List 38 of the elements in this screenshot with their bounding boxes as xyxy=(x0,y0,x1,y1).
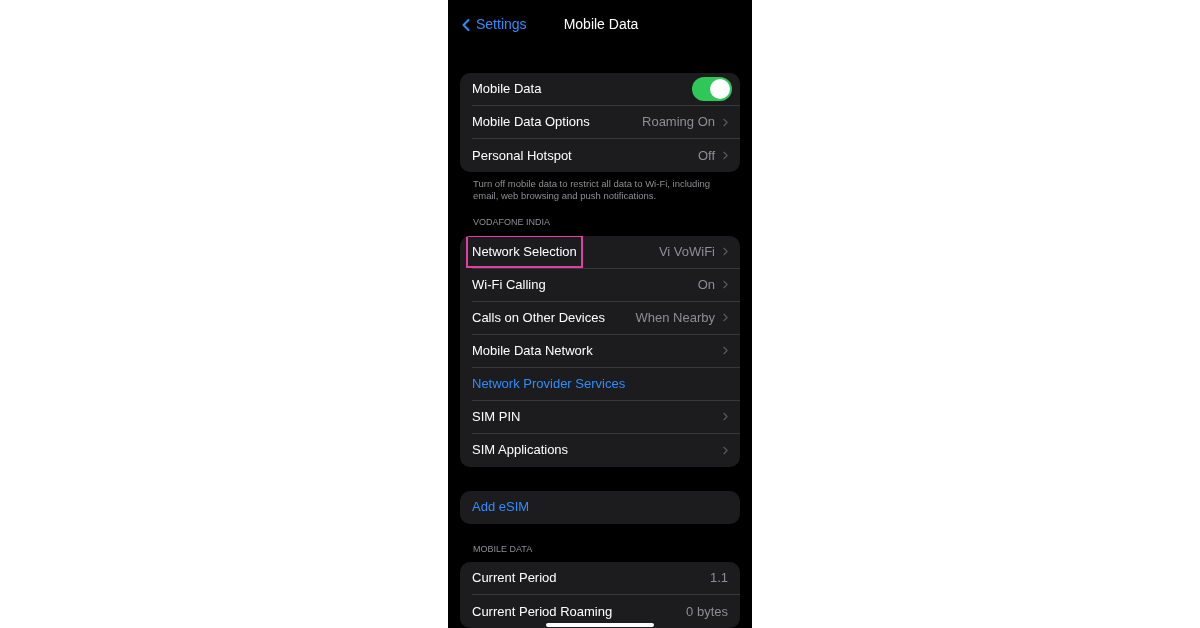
settings-row[interactable]: SIM Applications xyxy=(472,433,740,467)
row-value: When Nearby xyxy=(635,308,715,327)
section-header: MOBILE DATA xyxy=(472,542,534,556)
row-label: Current Period Roaming xyxy=(471,602,614,621)
row-label: Network Provider Services xyxy=(471,374,627,393)
row-value: 0 bytes xyxy=(686,602,728,621)
settings-row[interactable]: Current Period Roaming 0 bytes xyxy=(472,595,740,628)
settings-row[interactable]: Calls on Other Devices When Nearby xyxy=(472,301,740,335)
settings-row[interactable]: Mobile Data xyxy=(472,73,740,106)
back-button[interactable]: Settings xyxy=(456,14,527,35)
row-label: Mobile Data Network xyxy=(471,341,594,360)
settings-row[interactable]: Network Provider Services xyxy=(472,367,740,401)
row-label: Wi-Fi Calling xyxy=(471,275,547,294)
row-label: Mobile Data Options xyxy=(471,113,591,132)
row-label: Current Period xyxy=(471,569,558,588)
settings-row[interactable]: SIM PIN xyxy=(472,400,740,434)
row-value: Off xyxy=(697,146,715,165)
row-value: Roaming On xyxy=(642,113,715,132)
toggle-switch[interactable] xyxy=(692,77,732,101)
row-label: Personal Hotspot xyxy=(471,146,573,165)
section-footer: Turn off mobile data to restrict all data to Wi-Fi, including email, web browsing and push notifications. xyxy=(448,178,752,202)
row-label: Add eSIM xyxy=(471,498,531,517)
row-label: SIM PIN xyxy=(471,407,522,426)
settings-row[interactable]: Wi-Fi Calling On xyxy=(472,268,740,302)
settings-row[interactable]: Network Selection Vi VoWiFi xyxy=(472,235,740,269)
settings-row[interactable]: Add eSIM xyxy=(472,490,740,524)
row-label: Mobile Data xyxy=(471,80,543,99)
section-header: VODAFONE INDIA xyxy=(472,216,551,229)
row-value: On xyxy=(697,275,715,294)
settings-row[interactable]: Current Period 1.1 xyxy=(472,562,740,595)
settings-row[interactable]: Mobile Data Options Roaming On xyxy=(472,106,740,139)
row-label: Calls on Other Devices xyxy=(471,308,606,327)
settings-row[interactable]: Mobile Data Network xyxy=(472,334,740,368)
row-value: Vi VoWiFi xyxy=(658,242,715,261)
screen-title: Mobile Data xyxy=(563,15,639,34)
settings-row[interactable]: Personal Hotspot Off xyxy=(472,139,740,172)
row-value: 1.1 xyxy=(709,569,728,588)
row-label: SIM Applications xyxy=(471,441,570,460)
